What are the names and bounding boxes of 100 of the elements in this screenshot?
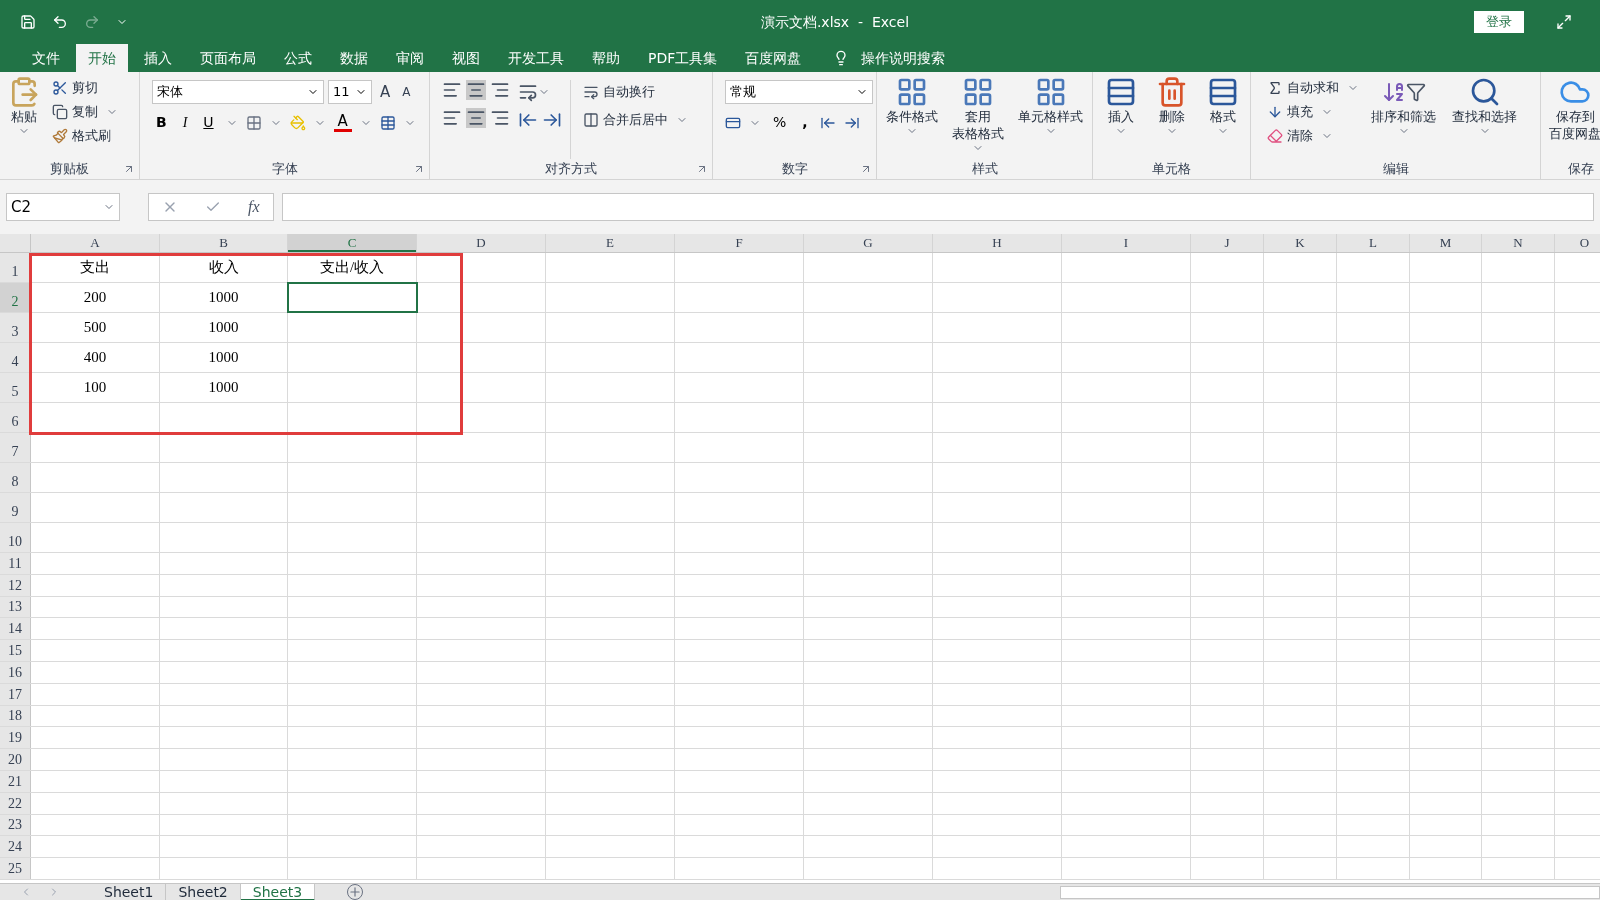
- align-left-icon[interactable]: [442, 108, 462, 128]
- merge-center-button[interactable]: 合并后居中: [579, 108, 672, 132]
- column-header[interactable]: I: [1062, 234, 1191, 252]
- find-select-button[interactable]: 查找和选择: [1448, 76, 1521, 159]
- sort-filter-button[interactable]: 排序和筛选: [1367, 76, 1440, 159]
- ribbon-tab[interactable]: 公式: [272, 44, 324, 72]
- ribbon-tab[interactable]: 开始: [76, 44, 128, 72]
- column-header[interactable]: A: [31, 234, 160, 252]
- sheet-tab[interactable]: Sheet2: [166, 883, 241, 900]
- column-header[interactable]: E: [546, 234, 675, 252]
- selected-cell[interactable]: [288, 283, 417, 312]
- column-header[interactable]: L: [1337, 234, 1410, 252]
- grow-font-button[interactable]: A: [376, 80, 395, 104]
- row-header[interactable]: 5: [0, 373, 31, 402]
- ribbon-tab[interactable]: 插入: [132, 44, 184, 72]
- fill-color-icon[interactable]: [289, 114, 306, 131]
- dialog-launcher-icon[interactable]: [860, 163, 872, 175]
- row-header[interactable]: 16: [0, 662, 31, 683]
- row-header[interactable]: 17: [0, 683, 31, 705]
- column-header[interactable]: K: [1264, 234, 1337, 252]
- bold-button[interactable]: B: [152, 112, 171, 133]
- ribbon-tab[interactable]: 帮助: [580, 44, 632, 72]
- row-header[interactable]: 4: [0, 343, 31, 372]
- dialog-launcher-icon[interactable]: [413, 163, 425, 175]
- autosum-button[interactable]: 自动求和: [1263, 76, 1343, 100]
- percent-button[interactable]: %: [769, 112, 791, 133]
- shrink-font-button[interactable]: A: [398, 83, 415, 101]
- name-box[interactable]: C2: [6, 193, 120, 221]
- row-header[interactable]: 12: [0, 574, 31, 596]
- decrease-indent-icon[interactable]: [518, 110, 538, 130]
- column-header[interactable]: O: [1555, 234, 1600, 252]
- increase-indent-icon[interactable]: [542, 110, 562, 130]
- styles-button[interactable]: 条件格式: [882, 76, 942, 159]
- underline-button[interactable]: U: [199, 112, 218, 133]
- row-header[interactable]: 22: [0, 792, 31, 814]
- save-icon[interactable]: [20, 14, 36, 30]
- row-header[interactable]: 15: [0, 640, 31, 661]
- row-header[interactable]: 11: [0, 553, 31, 574]
- save-to-cloud-button[interactable]: 保存到 百度网盘: [1545, 76, 1600, 159]
- clear-button[interactable]: 清除: [1263, 124, 1317, 148]
- column-header[interactable]: C: [288, 234, 417, 252]
- ribbon-display-icon[interactable]: [1556, 14, 1572, 30]
- fill-button[interactable]: 填充: [1263, 100, 1317, 124]
- wrap-text-button[interactable]: 自动换行: [579, 80, 659, 104]
- row-header[interactable]: 8: [0, 463, 31, 492]
- cells-button[interactable]: 删除: [1151, 76, 1192, 159]
- ribbon-tab[interactable]: 页面布局: [188, 44, 268, 72]
- row-header[interactable]: 13: [0, 596, 31, 618]
- row-header[interactable]: 6: [0, 403, 31, 432]
- align-right-icon[interactable]: [490, 108, 510, 128]
- row-header[interactable]: 3: [0, 313, 31, 342]
- font-size-field[interactable]: 11: [328, 80, 372, 104]
- row-header[interactable]: 20: [0, 749, 31, 770]
- row-header[interactable]: 9: [0, 493, 31, 522]
- ribbon-tab[interactable]: 视图: [440, 44, 492, 72]
- row-header[interactable]: 25: [0, 858, 31, 879]
- copy-button[interactable]: 复制: [48, 100, 102, 124]
- sheet-tab[interactable]: Sheet1: [92, 883, 167, 900]
- login-button[interactable]: 登录: [1474, 11, 1524, 33]
- row-header[interactable]: 10: [0, 523, 31, 552]
- insert-function-button[interactable]: fx: [248, 195, 260, 219]
- font-name-field[interactable]: 宋体: [152, 80, 324, 104]
- tell-me-search[interactable]: 操作说明搜索: [861, 47, 946, 69]
- row-header[interactable]: 21: [0, 770, 31, 792]
- column-header[interactable]: F: [675, 234, 804, 252]
- row-header[interactable]: 18: [0, 705, 31, 727]
- horizontal-scrollbar[interactable]: [1060, 885, 1600, 899]
- dialog-launcher-icon[interactable]: [123, 163, 135, 175]
- ribbon-tab[interactable]: 开发工具: [496, 44, 576, 72]
- row-header[interactable]: 23: [0, 814, 31, 836]
- row-header[interactable]: 24: [0, 836, 31, 858]
- row-header[interactable]: 14: [0, 618, 31, 640]
- row-header[interactable]: 2: [0, 283, 31, 312]
- align-center-icon[interactable]: [466, 108, 486, 128]
- sheet-tab[interactable]: Sheet3: [240, 883, 316, 900]
- column-header[interactable]: D: [417, 234, 546, 252]
- comma-button[interactable]: ,: [798, 112, 812, 133]
- styles-button[interactable]: 单元格样式: [1014, 76, 1087, 159]
- ribbon-tab[interactable]: 文件: [20, 44, 72, 72]
- paste-button[interactable]: 粘贴: [4, 76, 44, 159]
- dialog-launcher-icon[interactable]: [696, 163, 708, 175]
- formula-field[interactable]: [282, 193, 1594, 221]
- ribbon-tab[interactable]: 百度网盘: [733, 44, 814, 72]
- styles-button[interactable]: 套用 表格格式: [948, 76, 1008, 159]
- row-header[interactable]: 19: [0, 727, 31, 749]
- undo-icon[interactable]: [52, 14, 68, 30]
- middle-align-icon[interactable]: [466, 80, 486, 100]
- number-format-field[interactable]: 常规: [725, 80, 873, 104]
- column-header[interactable]: M: [1410, 234, 1482, 252]
- row-header[interactable]: 7: [0, 433, 31, 462]
- borders-icon[interactable]: [245, 114, 262, 131]
- column-header[interactable]: J: [1191, 234, 1264, 252]
- font-color-button[interactable]: A: [333, 113, 352, 132]
- cells-button[interactable]: 格式: [1202, 76, 1243, 159]
- column-header[interactable]: H: [933, 234, 1062, 252]
- ribbon-tab[interactable]: PDF工具集: [636, 44, 730, 72]
- italic-button[interactable]: I: [178, 112, 192, 133]
- row-header[interactable]: 1: [0, 253, 31, 282]
- format-painter-button[interactable]: 格式刷: [48, 124, 115, 148]
- column-header[interactable]: N: [1482, 234, 1555, 252]
